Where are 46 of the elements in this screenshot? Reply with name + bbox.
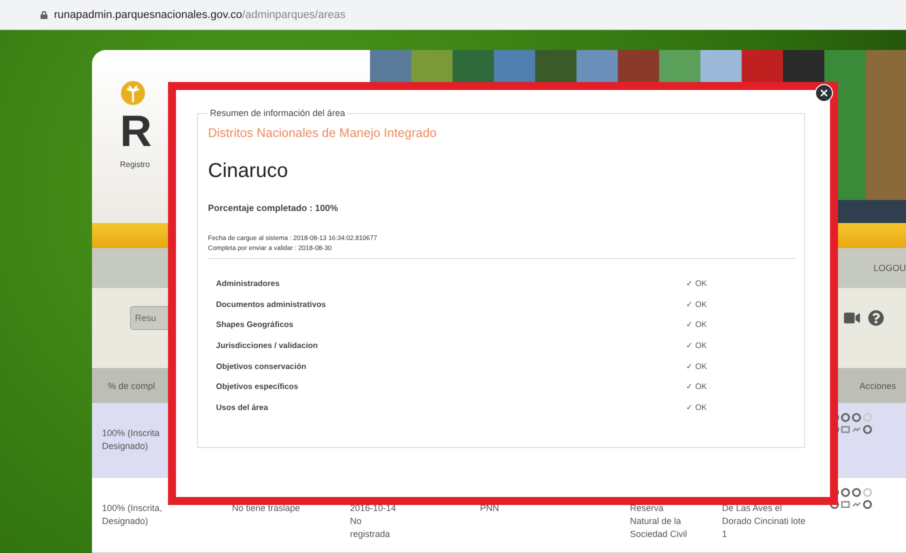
- check-label: Objetivos conservación: [216, 362, 308, 371]
- circle-icon[interactable]: [863, 500, 872, 509]
- check-label: Jurisdicciones / validacion: [216, 340, 319, 350]
- card-icon[interactable]: [841, 500, 850, 509]
- check-status: ✓ OK: [686, 320, 708, 330]
- circle-icon[interactable]: [852, 488, 861, 497]
- check-label: Shapes Geográficos: [216, 320, 294, 330]
- check-label: Documentos administrativos: [216, 300, 327, 309]
- table-cell-text: No tiene traslape: [231, 502, 302, 515]
- table-cell-text: De Las Aves el Dorado Cincinati lote 1: [721, 502, 807, 542]
- lock-icon: [40, 10, 48, 18]
- url-text[interactable]: runapadmin.parquesnacionales.gov.co/adminparques/areas: [54, 8, 346, 20]
- table-cell-text: 2016-10-14 No registrada: [349, 502, 398, 542]
- circle-icon[interactable]: [841, 488, 850, 497]
- column-header: Acciones: [859, 380, 896, 390]
- logo-letter: R: [120, 110, 152, 154]
- video-camera-icon[interactable]: [844, 310, 860, 326]
- circle-icon[interactable]: [863, 425, 872, 434]
- card-icon[interactable]: [841, 425, 850, 434]
- check-status: ✓ OK: [686, 402, 708, 412]
- check-status: ✓ OK: [686, 382, 708, 392]
- table-cell-text: 100% (Inscrita Designado): [101, 427, 161, 454]
- table-cell-text: PNN: [479, 502, 500, 515]
- close-icon: [820, 89, 828, 97]
- table-cell-text: Reserva Natural de la Sociedad Civil: [629, 502, 688, 542]
- palm-logo-icon: [120, 80, 146, 106]
- check-label: Administradores: [216, 278, 281, 288]
- area-title: Cinaruco: [208, 160, 290, 183]
- progress-text: Porcentaje completado : 100%: [208, 203, 340, 213]
- panel-legend: Resumen de información del área: [208, 108, 348, 118]
- link-icon[interactable]: [852, 500, 861, 509]
- table-cell-text: 100% (Inscrita, Designado): [101, 502, 164, 528]
- check-status: ✓ OK: [686, 362, 708, 371]
- help-icon[interactable]: [868, 310, 884, 326]
- link-icon[interactable]: [852, 425, 861, 434]
- nav-link[interactable]: LOGOU: [873, 263, 906, 273]
- check-status: ✓ OK: [686, 340, 708, 350]
- check-label: Objetivos específicos: [216, 382, 300, 392]
- check-status: ✓ OK: [686, 278, 708, 288]
- circle-icon[interactable]: [852, 413, 861, 422]
- check-status: ✓ OK: [686, 300, 708, 309]
- check-label: Usos del área: [216, 402, 270, 412]
- category-text: Distritos Nacionales de Manejo Integrado: [208, 126, 438, 140]
- column-header: % de compl: [108, 380, 156, 390]
- logo-subtitle: Registro: [120, 160, 150, 169]
- circle-icon[interactable]: [841, 413, 850, 422]
